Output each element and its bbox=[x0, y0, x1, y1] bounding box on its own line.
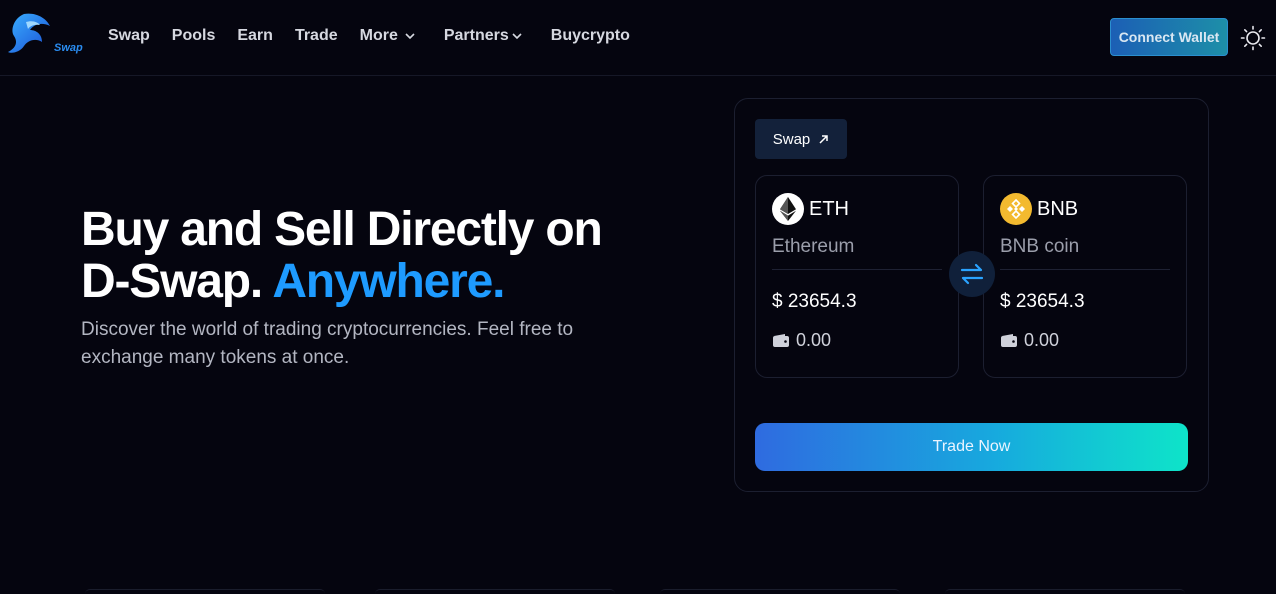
token-name: BNB coin bbox=[1000, 236, 1080, 257]
nav-item-label: Partners bbox=[443, 27, 509, 44]
arrow-up-right-icon bbox=[819, 134, 829, 144]
nav-item-label: More bbox=[359, 27, 398, 44]
nav-item-swap[interactable]: Swap bbox=[108, 27, 150, 45]
bnb-icon bbox=[1000, 193, 1032, 225]
token-balance: 0.00 bbox=[1000, 330, 1059, 351]
token-symbol: ETH bbox=[809, 197, 849, 220]
swap-tab-label: Swap bbox=[772, 130, 811, 148]
to-token-card[interactable]: BNB BNB coin $ 23654.3 0.00 bbox=[983, 175, 1187, 378]
nav-item-pools[interactable]: Pools bbox=[172, 27, 216, 45]
nav-item-label: Buycrypto bbox=[550, 27, 630, 44]
token-symbol: BNB bbox=[1037, 197, 1079, 220]
divider bbox=[1000, 269, 1170, 270]
wallet-icon bbox=[773, 334, 789, 347]
swap-arrows-icon bbox=[960, 263, 984, 285]
hero-title-brand: D-Swap. bbox=[81, 255, 263, 308]
swap-tab[interactable]: Swap bbox=[755, 119, 847, 159]
nav-item-earn[interactable]: Earn bbox=[237, 27, 273, 45]
from-token-card[interactable]: ETH Ethereum $ 23654.3 0.00 bbox=[755, 175, 959, 378]
logo-text: Swap bbox=[54, 42, 83, 54]
token-head: ETH bbox=[772, 193, 849, 225]
nav-item-more[interactable]: More bbox=[360, 27, 416, 45]
hero-title: Buy and Sell Directly on D-Swap. Anywher… bbox=[81, 203, 603, 308]
hero-title-line2: D-Swap. Anywhere. bbox=[81, 256, 602, 308]
token-price: $ 23654.3 bbox=[1000, 291, 1085, 312]
card-edge bbox=[85, 589, 325, 594]
top-nav: Swap Swap Pools Earn Trade More Partners… bbox=[0, 0, 1276, 76]
card-edge bbox=[945, 589, 1185, 594]
nav-item-label: Trade bbox=[294, 27, 338, 44]
ethereum-icon bbox=[772, 193, 804, 225]
token-balance: 0.00 bbox=[772, 330, 831, 351]
nav-item-label: Swap bbox=[108, 27, 150, 44]
nav-item-buycrypto[interactable]: Buycrypto bbox=[551, 27, 630, 45]
hero-title-accent: Anywhere. bbox=[272, 255, 505, 308]
nav-menu: Swap Pools Earn Trade More Partners Buyc… bbox=[108, 27, 652, 45]
nav-item-label: Earn bbox=[237, 27, 273, 44]
hero-subtitle: Discover the world of trading cryptocurr… bbox=[81, 319, 574, 368]
nav-item-label: Pools bbox=[171, 27, 216, 44]
chevron-down-icon bbox=[405, 33, 415, 40]
trade-now-button[interactable]: Trade Now bbox=[755, 423, 1188, 471]
card-edge bbox=[660, 589, 900, 594]
swap-direction-button[interactable] bbox=[949, 251, 995, 297]
logo[interactable]: Swap bbox=[6, 12, 83, 58]
wallet-icon bbox=[1001, 334, 1017, 347]
token-balance-value: 0.00 bbox=[796, 330, 832, 350]
token-name: Ethereum bbox=[772, 236, 855, 257]
logo-icon bbox=[8, 13, 50, 53]
token-balance-value: 0.00 bbox=[1024, 330, 1060, 350]
connect-wallet-button[interactable]: Connect Wallet bbox=[1110, 18, 1228, 56]
sun-icon[interactable] bbox=[1240, 25, 1266, 51]
nav-item-trade[interactable]: Trade bbox=[295, 27, 338, 45]
card-edge bbox=[375, 589, 615, 594]
token-head: BNB bbox=[1000, 193, 1078, 225]
nav-item-partners[interactable]: Partners bbox=[444, 27, 523, 45]
divider bbox=[772, 269, 942, 270]
chevron-down-icon bbox=[512, 33, 522, 40]
token-price: $ 23654.3 bbox=[772, 291, 857, 312]
hero-title-line1: Buy and Sell Directly on bbox=[81, 203, 603, 256]
